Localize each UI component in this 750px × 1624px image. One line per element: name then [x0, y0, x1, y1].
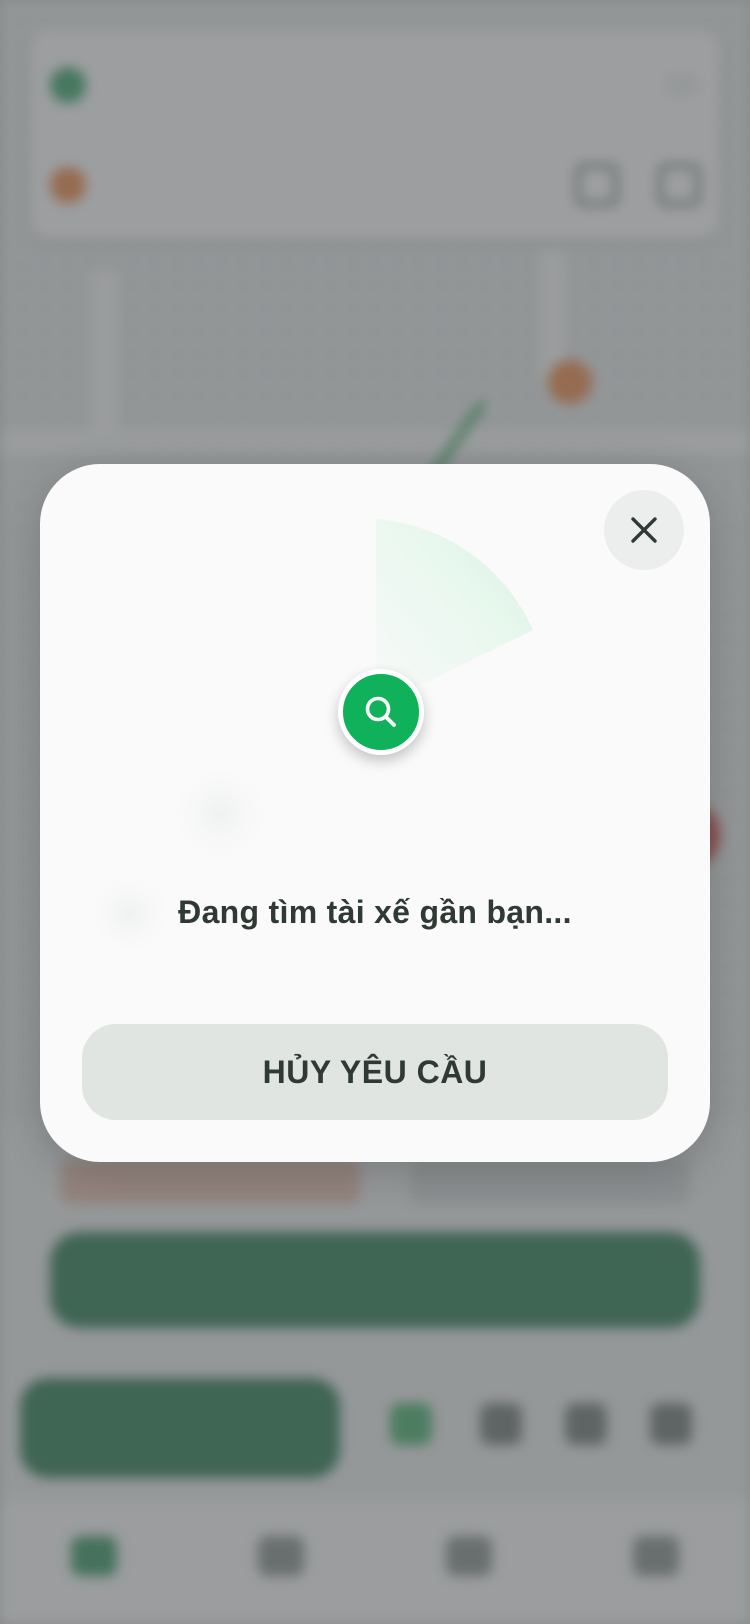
close-icon — [631, 517, 657, 543]
searching-driver-modal: Đang tìm tài xế gần bạn... HỦY YÊU CẦU — [40, 464, 710, 1162]
search-icon — [365, 696, 396, 727]
search-badge — [338, 669, 424, 755]
cancel-request-button[interactable]: HỦY YÊU CẦU — [82, 1024, 668, 1120]
close-button[interactable] — [604, 490, 684, 570]
searching-status-text: Đang tìm tài xế gần bạn... — [178, 894, 572, 930]
